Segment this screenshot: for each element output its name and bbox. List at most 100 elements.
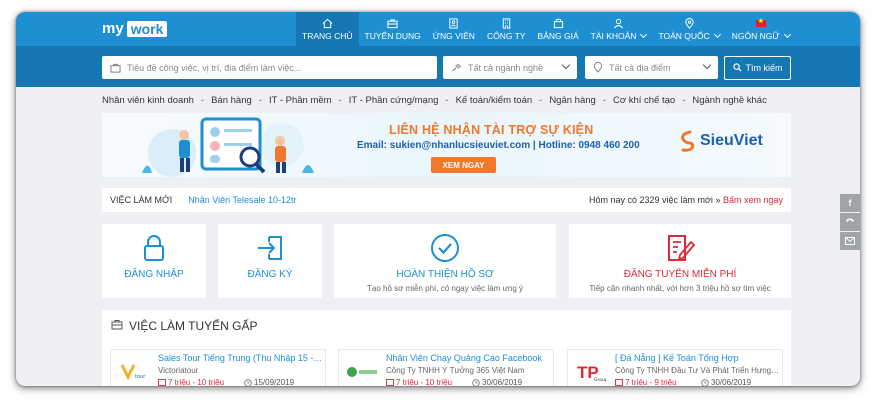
search-button-label: Tìm kiếm	[745, 63, 783, 73]
search-icon	[732, 62, 742, 74]
location-pin-icon	[593, 62, 603, 73]
category-link[interactable]: Nhân viên kinh doanh	[102, 95, 194, 106]
industry-icon	[451, 63, 462, 73]
deadline-text: 30/06/2019	[711, 378, 752, 386]
nav-item-pricing[interactable]: BẢNG GIÁ	[532, 12, 585, 46]
location-select[interactable]: Tất cả địa điểm	[585, 56, 718, 79]
featured-job-link[interactable]: Nhân Viên Telesale 10-12tr	[188, 195, 296, 205]
nav-label: TRANG CHỦ	[302, 31, 353, 41]
nav-label: BẢNG GIÁ	[537, 31, 579, 41]
free-posting-subtitle: Tiếp cận nhanh nhất, với hơn 3 triệu hồ …	[589, 284, 771, 293]
view-now-button[interactable]: XEM NGAY	[431, 157, 496, 173]
category-link[interactable]: IT - Phần mềm	[269, 95, 332, 106]
nav-label: TUYỂN DỤNG	[364, 31, 421, 41]
phone-icon[interactable]	[840, 213, 860, 231]
browser-frame: my work TRANG CHỦ TUYỂN DỤNG ỨNG VIÊN CÔ…	[16, 12, 860, 386]
keyword-search-input[interactable]: Tiêu đề công việc, vị trí, địa điểm làm …	[102, 56, 437, 79]
logo-my: my	[102, 20, 124, 37]
sponsor-logo: SieuViet	[678, 130, 763, 152]
nav-item-recruitment[interactable]: TUYỂN DỤNG	[359, 12, 427, 46]
category-link[interactable]: Cơ khí chế tạo	[613, 95, 675, 106]
salary: 7 triệu - 10 triệu	[386, 378, 452, 386]
complete-profile-card[interactable]: HOÀN THIỆN HỒ SƠ Tạo hồ sơ miễn phí, có …	[334, 224, 556, 298]
category-link[interactable]: Kế toán/kiểm toán	[456, 95, 533, 106]
deadline: 30/06/2019	[472, 378, 522, 386]
nav-item-nationwide[interactable]: TOÀN QUỐC	[652, 12, 725, 46]
job-title[interactable]: Sales Tour Tiếng Trung (Thu Nhập 15 - 25…	[158, 353, 324, 363]
job-title[interactable]: Nhân Viên Chạy Quảng Cáo Facebook	[386, 353, 552, 363]
register-title: ĐĂNG KÝ	[247, 269, 293, 280]
chevron-down-icon	[561, 60, 571, 70]
new-jobs-count: Hôm nay có 2329 việc làm mới » Bấm xem n…	[588, 195, 783, 205]
svg-text:Group: Group	[594, 377, 606, 383]
free-posting-card[interactable]: ĐĂNG TUYỂN MIỄN PHÍ Tiếp cận nhanh nhất,…	[569, 224, 791, 298]
check-circle-icon	[430, 233, 460, 263]
search-button[interactable]: Tìm kiếm	[724, 56, 791, 80]
nav-item-home[interactable]: TRANG CHỦ	[296, 12, 359, 46]
people-illustration	[142, 117, 314, 177]
view-now-link[interactable]: Bấm xem ngay	[723, 195, 783, 205]
victoria-logo: tour	[117, 360, 151, 384]
facebook-icon[interactable]: f	[840, 194, 860, 212]
nav-label: TOÀN QUỐC	[658, 30, 721, 41]
industry-select[interactable]: Tất cả ngành nghề	[443, 56, 577, 79]
job-card[interactable]: Nhân Viên Chạy Quảng Cáo Facebook Công T…	[338, 349, 554, 386]
login-card[interactable]: ĐĂNG NHẬP	[102, 224, 206, 298]
deadline-text: 30/06/2019	[482, 378, 523, 386]
salary: 7 triệu - 10 triệu	[158, 378, 224, 386]
nav-item-account[interactable]: TÀI KHOẢN	[585, 12, 653, 46]
nav-item-companies[interactable]: CÔNG TY	[481, 12, 532, 46]
new-jobs-strip: VIỆC LÀM MỚI Nhân Viên Telesale 10-12tr …	[102, 188, 791, 212]
company-name: Công Ty TNHH Đầu Tư Và Phát Triển Hưng T…	[615, 366, 781, 375]
briefcase-icon	[111, 319, 123, 333]
deadline-text: 15/09/2019	[254, 378, 295, 386]
event-sponsor-banner[interactable]: LIÊN HỆ NHẬN TÀI TRỢ SỰ KIỆN Email: suki…	[102, 113, 791, 177]
job-card[interactable]: TPGroup [ Đà Nẵng ] Kế Toán Tổng Hợp Côn…	[567, 349, 783, 386]
clock-icon	[472, 378, 480, 386]
price-tag-icon	[553, 17, 564, 29]
category-link[interactable]: Bán hàng	[211, 95, 252, 106]
edit-document-icon	[665, 233, 695, 263]
urgent-jobs-title: VIỆC LÀM TUYỂN GẤP	[129, 319, 258, 333]
urgent-jobs-heading: VIỆC LÀM TUYỂN GẤP	[111, 319, 257, 333]
nav-label: TÀI KHOẢN	[591, 30, 648, 41]
category-link[interactable]: IT - Phần cứng/mạng	[349, 95, 439, 106]
banner-contact: Email: sukien@nhanlucsieuviet.com | Hotl…	[357, 140, 640, 151]
nav-item-candidates[interactable]: ỨNG VIÊN	[427, 12, 481, 46]
money-icon	[158, 379, 166, 386]
chevron-down-icon	[783, 30, 791, 39]
nav-item-language[interactable]: NGÔN NGỮ	[726, 12, 796, 46]
category-link[interactable]: Ngành nghề khác	[692, 95, 766, 106]
category-link[interactable]: Ngân hàng	[549, 95, 595, 106]
salary-text: 7 triệu - 10 triệu	[396, 378, 453, 386]
logo-work: work	[126, 20, 168, 37]
vietnam-flag-icon	[755, 17, 766, 29]
nav-label-text: NGÔN NGỮ	[731, 31, 780, 41]
register-card[interactable]: ĐĂNG KÝ	[218, 224, 322, 298]
job-title[interactable]: [ Đà Nẵng ] Kế Toán Tổng Hợp	[615, 353, 781, 363]
nav-label: ỨNG VIÊN	[432, 31, 475, 41]
mail-icon[interactable]	[840, 232, 860, 250]
sponsor-name: SieuViet	[700, 132, 763, 149]
lock-icon	[142, 233, 166, 263]
chevron-down-icon	[702, 60, 712, 70]
login-title: ĐĂNG NHẬP	[124, 269, 184, 280]
home-icon	[322, 17, 333, 29]
site-logo[interactable]: my work	[102, 20, 168, 37]
user-icon	[613, 17, 624, 29]
urgent-jobs-section: VIỆC LÀM TUYỂN GẤP tour Sales Tour Tiếng…	[102, 310, 791, 386]
top-navbar: my work TRANG CHỦ TUYỂN DỤNG ỨNG VIÊN CÔ…	[16, 12, 860, 46]
search-bar: Tiêu đề công việc, vị trí, địa điểm làm …	[16, 46, 860, 87]
free-posting-title: ĐĂNG TUYỂN MIỄN PHÍ	[623, 269, 737, 280]
sign-up-icon	[255, 233, 285, 263]
job-card[interactable]: tour Sales Tour Tiếng Trung (Thu Nhập 15…	[110, 349, 326, 386]
money-icon	[615, 379, 623, 386]
nav-label-text: TOÀN QUỐC	[658, 31, 710, 41]
category-links: Nhân viên kinh doanh - Bán hàng - IT - Phầ…	[102, 95, 767, 106]
svg-text:tour: tour	[135, 374, 146, 380]
tp-group-logo: TPGroup	[574, 360, 608, 384]
banner-headline: LIÊN HỆ NHẬN TÀI TRỢ SỰ KIỆN	[389, 123, 594, 137]
salary-text: 7 triệu - 9 triệu	[625, 378, 677, 386]
deadline: 30/06/2019	[701, 378, 751, 386]
briefcase-icon	[110, 63, 121, 73]
